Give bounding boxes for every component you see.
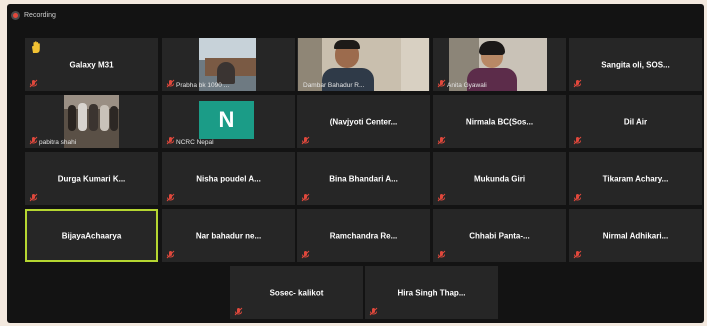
recording-label: Recording [24,11,56,19]
participant-tile-prabha[interactable]: Prabha bk 1090 ... [162,38,295,91]
participant-name: Bina Bhandari A... [329,174,398,183]
participant-name: (Navjyoti Center... [329,117,398,126]
participant-tile-galaxy-m31[interactable]: Galaxy M31 [25,38,158,91]
mic-muted-icon [437,193,446,202]
participant-tile-navjyoti[interactable]: (Navjyoti Center... [297,95,430,148]
avatar: N [199,101,254,139]
mic-muted-icon [573,79,582,88]
recording-indicator: Recording [11,9,56,21]
mic-muted-icon [573,250,582,259]
participant-tile-nisha[interactable]: Nisha poudel A... [162,152,295,205]
participant-name: Hira Singh Thap... [397,288,466,297]
participant-tile-nar-bahadur[interactable]: Nar bahadur ne... [162,209,295,262]
mic-muted-icon [301,250,310,259]
mic-muted-icon [29,136,38,145]
participant-tile-anita[interactable]: Anita Gyawali [433,38,566,91]
participant-tile-ramchandra[interactable]: Ramchandra Re... [297,209,430,262]
mic-muted-icon [166,250,175,259]
participant-name: Tikaram Achary... [602,174,669,183]
mic-muted-icon [29,193,38,202]
mic-muted-icon [437,250,446,259]
participant-tile-durga[interactable]: Durga Kumari K... [25,152,158,205]
participant-name: Prabha bk 1090 ... [176,82,230,89]
participant-tile-sangita[interactable]: Sangita oli, SOS... [569,38,702,91]
mic-muted-icon [437,136,446,145]
mic-muted-icon [301,193,310,202]
participant-name: Nisha poudel A... [196,174,261,183]
meeting-window: Recording Galaxy M31 Prabha bk 1090 ... … [7,4,704,323]
participant-name: Dil Air [623,117,648,126]
participant-name: Galaxy M31 [69,60,114,69]
participant-tile-chhabi[interactable]: Chhabi Panta-... [433,209,566,262]
participant-name: Nirmala BC(Sos... [465,117,534,126]
mic-muted-icon [573,193,582,202]
participant-name: Mukunda Giri [473,174,526,183]
mic-muted-icon [29,79,38,88]
participant-tile-dambar[interactable]: Dambar Bahadur R... [297,38,430,91]
participant-tile-hira-singh[interactable]: Hira Singh Thap... [365,266,498,319]
raised-hand-icon [32,41,40,53]
mic-muted-icon [234,307,243,316]
mic-muted-icon [437,79,446,88]
participant-name: Nirmal Adhikari... [602,231,669,240]
participant-name: Ramchandra Re... [329,231,398,240]
participant-name: Anita Gyawali [447,82,487,89]
participant-name: Sangita oli, SOS... [601,60,670,69]
mic-muted-icon [166,193,175,202]
participant-name: Dambar Bahadur R... [303,82,365,89]
mic-muted-icon [166,136,175,145]
participant-tile-bina[interactable]: Bina Bhandari A... [297,152,430,205]
recording-icon [11,10,20,20]
mic-muted-icon [166,79,175,88]
participant-name: pabitra shahi [39,139,77,146]
mic-muted-icon [573,136,582,145]
participant-name: Chhabi Panta-... [469,231,530,240]
participant-tile-dil-air[interactable]: Dil Air [569,95,702,148]
participant-name: Durga Kumari K... [57,174,126,183]
mic-muted-icon [301,136,310,145]
participant-tile-nirmala[interactable]: Nirmala BC(Sos... [433,95,566,148]
participant-tile-pabitra[interactable]: pabitra shahi [25,95,158,148]
participant-tile-ncrc-nepal[interactable]: N NCRC Nepal [162,95,295,148]
participant-tile-bijaya-active-speaker[interactable]: BijayaAchaarya [25,209,158,262]
participant-name: Sosec- kalikot [269,288,324,297]
participant-name: BijayaAchaarya [61,231,122,240]
participant-tile-mukunda[interactable]: Mukunda Giri [433,152,566,205]
participant-tile-nirmal[interactable]: Nirmal Adhikari... [569,209,702,262]
mic-muted-icon [369,307,378,316]
participant-tile-tikaram[interactable]: Tikaram Achary... [569,152,702,205]
participant-name: NCRC Nepal [176,139,214,146]
participant-name: Nar bahadur ne... [195,231,262,240]
participant-tile-sosec-kalikot[interactable]: Sosec- kalikot [230,266,363,319]
